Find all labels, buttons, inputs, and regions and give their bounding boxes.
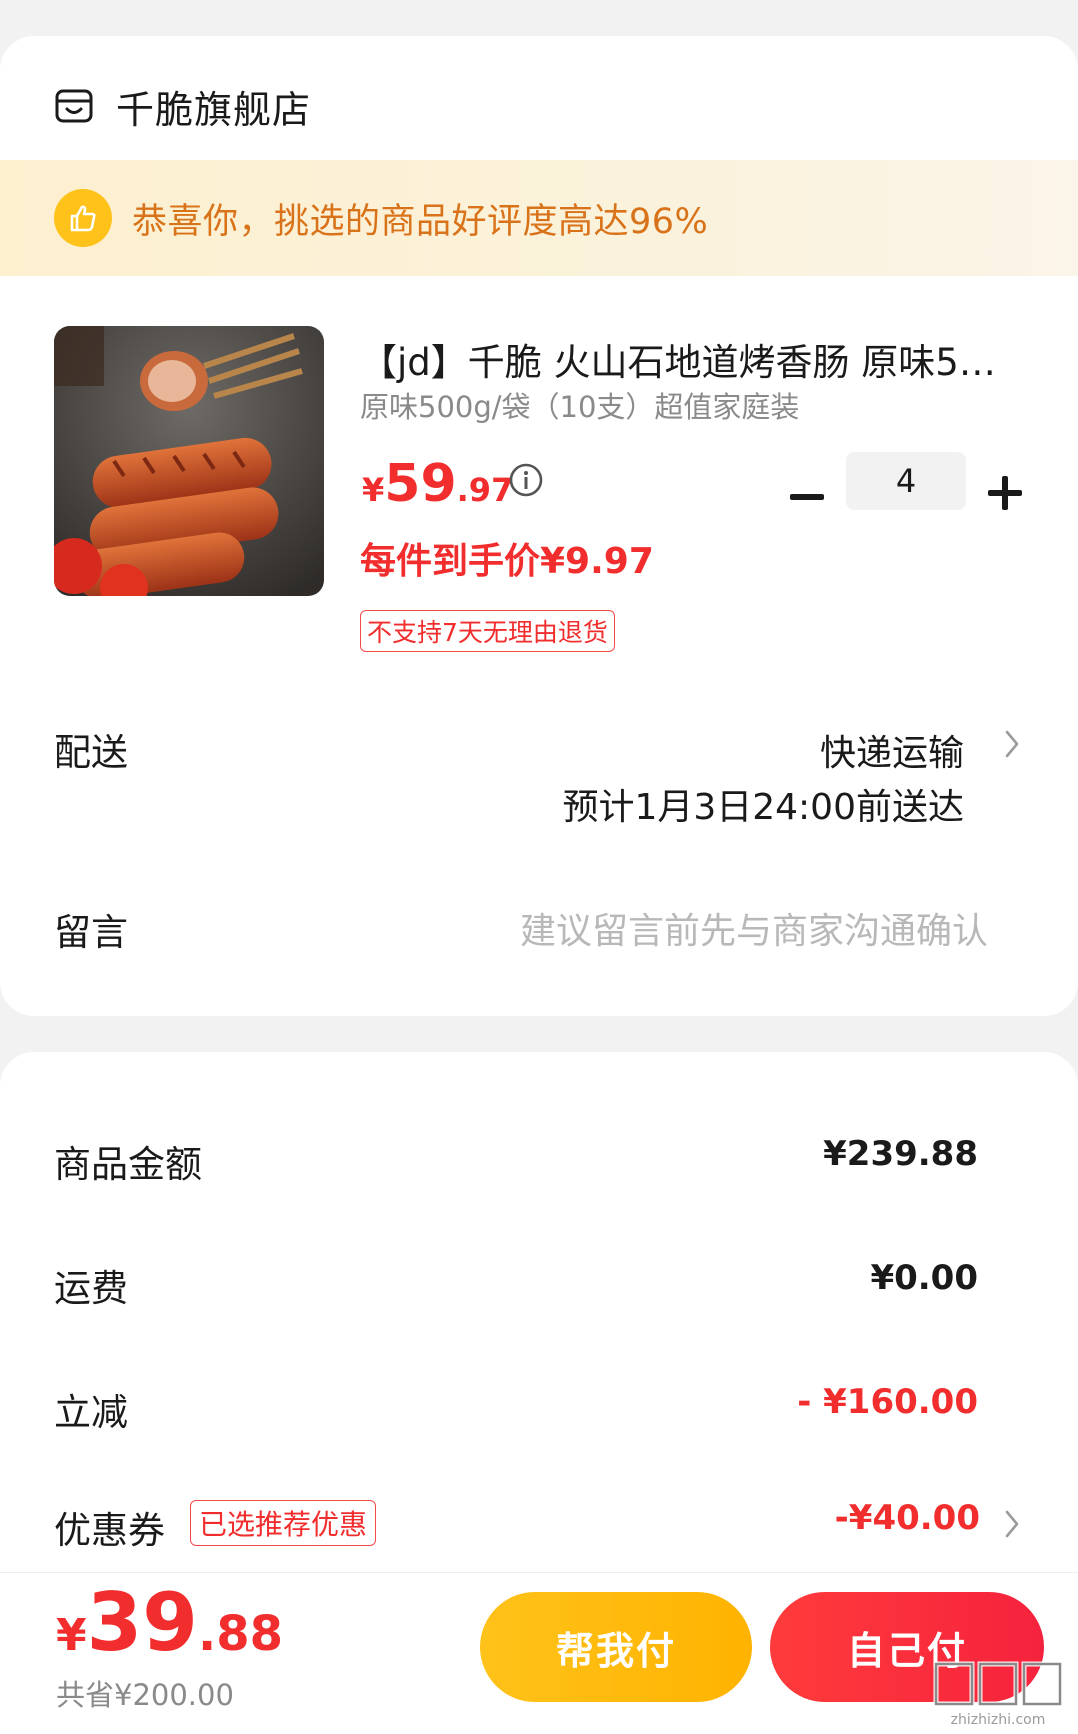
return-policy-tag: 不支持7天无理由退货 [360, 610, 615, 652]
order-card: 千脆旗舰店 恭喜你，挑选的商品好评度高达96% 【jd】千脆 火山石地道烤香肠 … [0, 36, 1078, 1016]
quantity-increase-button[interactable] [988, 476, 1022, 510]
info-icon[interactable] [508, 462, 544, 498]
instant-discount-label: 立减 [54, 1391, 128, 1434]
svg-text:zhizhizhi.com: zhizhizhi.com [951, 1712, 1046, 1728]
total-price: ¥ 39 .88 [56, 1576, 283, 1669]
saved-amount: 共省¥200.00 [56, 1678, 234, 1712]
product-spec[interactable]: 原味500g/袋（10支）超值家庭装 [360, 384, 799, 426]
chevron-right-icon[interactable] [1002, 1508, 1022, 1540]
help-pay-button[interactable]: 帮我付 [480, 1592, 752, 1702]
price-integer: 59 [384, 454, 457, 514]
quantity-decrease-button[interactable] [790, 494, 824, 500]
storefront-icon [55, 89, 93, 123]
total-integer: 39 [86, 1576, 198, 1669]
praise-text: 恭喜你，挑选的商品好评度高达96% [132, 201, 709, 242]
watermark-logo: zhizhizhi.com [933, 1661, 1063, 1728]
product-title[interactable]: 【jd】千脆 火山石地道烤香肠 原味5… [360, 332, 1050, 386]
coupon-tag: 已选推荐优惠 [190, 1500, 377, 1546]
shipping-label: 运费 [54, 1267, 128, 1310]
note-label: 留言 [54, 911, 128, 954]
praise-banner: 恭喜你，挑选的商品好评度高达96% [0, 160, 1078, 276]
goods-amount-label: 商品金额 [54, 1143, 202, 1186]
shipping-value: ¥0.00 [870, 1258, 978, 1298]
total-symbol: ¥ [56, 1610, 87, 1661]
delivery-label: 配送 [54, 731, 128, 774]
note-input[interactable]: 建议留言前先与商家沟通确认 [520, 902, 988, 954]
delivery-method[interactable]: 快递运输 [820, 724, 964, 776]
product-price: ¥ 59 .97 [362, 454, 513, 514]
chevron-right-icon[interactable] [1002, 728, 1022, 760]
coupon-value[interactable]: -¥40.00 [835, 1498, 980, 1538]
coupon-label: 优惠券 [54, 1509, 165, 1552]
quantity-input[interactable]: 4 [846, 452, 966, 510]
instant-discount-value: - ¥160.00 [797, 1382, 978, 1422]
total-decimal: .88 [197, 1606, 283, 1662]
price-decimal: .97 [456, 471, 514, 509]
per-item-price: 每件到手价¥9.97 [360, 541, 654, 582]
product-image[interactable] [54, 326, 324, 596]
store-name: 千脆旗舰店 [116, 87, 312, 132]
delivery-eta: 预计1月3日24:00前送达 [562, 787, 964, 828]
store-header[interactable]: 千脆旗舰店 [54, 74, 311, 138]
goods-amount-value: ¥239.88 [823, 1134, 978, 1174]
thumbs-up-icon [54, 189, 112, 247]
price-symbol: ¥ [362, 471, 385, 509]
